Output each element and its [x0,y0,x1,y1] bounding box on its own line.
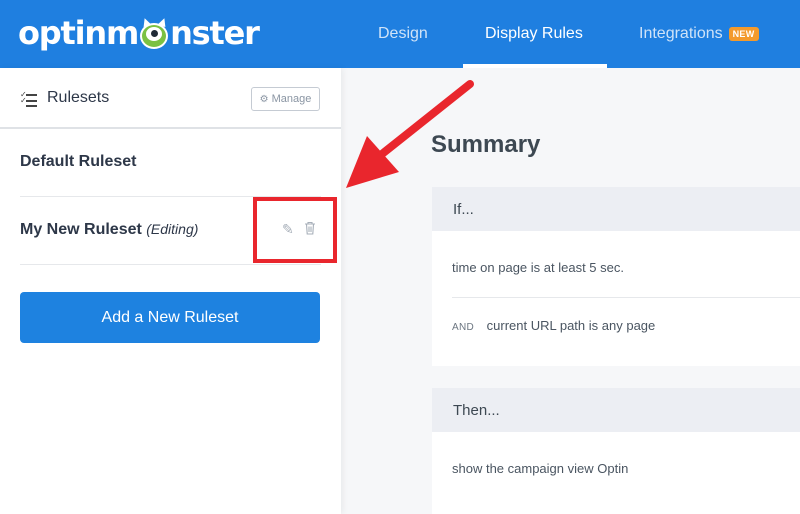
tab-integrations-label: Integrations [639,25,723,42]
rulesets-title: Rulesets [47,89,110,106]
add-new-ruleset-button[interactable]: Add a New Ruleset [20,292,320,343]
and-label: AND [452,322,475,333]
gear-icon: ⚙ [259,93,269,105]
new-badge: NEW [728,27,759,41]
list-check-icon: ✓ ✓ [20,91,38,107]
active-tab-indicator [463,64,607,68]
add-ruleset-label: Add a New Ruleset [101,308,239,326]
ruleset-item-default[interactable]: Default Ruleset [0,129,341,197]
then-header: Then... [432,388,800,432]
then-card: Then... show the campaign view Optin [432,388,800,514]
monster-mascot-icon [139,16,169,50]
tab-display-rules[interactable]: Display Rules [485,0,583,68]
action-item: show the campaign view Optin [452,461,629,476]
condition-item: time on page is at least 5 sec. [452,260,624,275]
editing-status: (Editing) [146,221,199,237]
condition-item: AND current URL path is any page [452,318,656,333]
logo-text-suffix: nster [170,14,260,52]
ruleset-name: My New Ruleset (Editing) [20,221,199,238]
summary-title: Summary [431,131,541,158]
rulesets-header: ✓ ✓ Rulesets ⚙ Manage [0,68,341,129]
manage-label: Manage [271,93,312,105]
highlight-box [253,197,337,263]
top-navbar: optinm nster Design Display Rules Integr… [0,0,800,68]
rulesets-sidebar: ✓ ✓ Rulesets ⚙ Manage Default Ruleset My… [0,68,341,514]
tab-integrations[interactable]: Integrations NEW [639,0,759,68]
if-header: If... [432,187,800,231]
tab-design[interactable]: Design [378,0,428,68]
optinmonster-logo[interactable]: optinm nster [18,13,260,53]
manage-button[interactable]: ⚙ Manage [251,87,320,111]
tab-design-label: Design [378,25,428,42]
if-card: If... time on page is at least 5 sec. AN… [432,187,800,366]
tab-display-rules-label: Display Rules [485,25,583,42]
ruleset-name: Default Ruleset [20,153,137,170]
logo-text-prefix: optinm [18,14,139,52]
